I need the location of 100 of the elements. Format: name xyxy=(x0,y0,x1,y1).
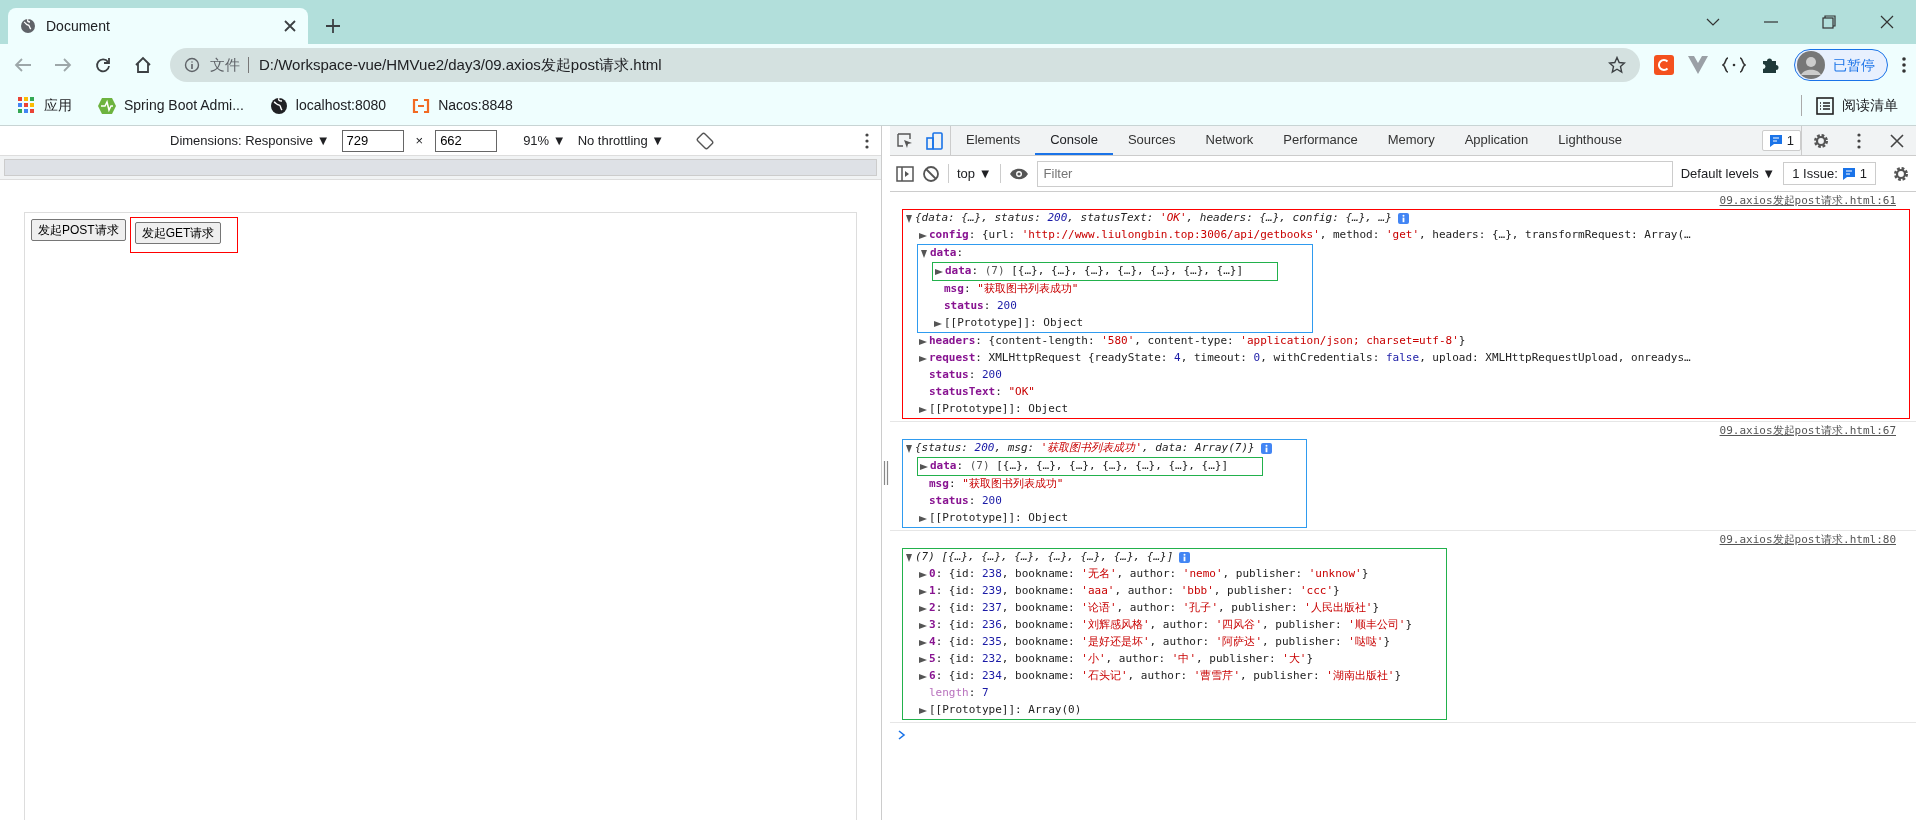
close-icon[interactable] xyxy=(1888,131,1906,150)
messages-badge[interactable]: 1 xyxy=(1761,130,1801,151)
source-link[interactable]: 09.axios发起post请求.html:80 xyxy=(1719,531,1896,548)
expand-caret-icon[interactable] xyxy=(919,570,927,579)
property-line: request: XMLHttpRequest {readyState: 4, timeout: 0, withCredentials: false, upload: XMLHttpRequestUpload, onreadys… xyxy=(929,350,1691,367)
json-extension-icon[interactable] xyxy=(1722,56,1746,74)
devtools-tab[interactable]: Sources xyxy=(1112,126,1191,155)
sidebar-icon[interactable] xyxy=(896,165,914,182)
expand-caret-icon[interactable] xyxy=(905,553,913,562)
object-summary: (7) [{…}, {…}, {…}, {…}, {…}, {…}, {…}] xyxy=(915,549,1174,566)
devtools-tab[interactable]: Lighthouse xyxy=(1543,126,1637,155)
profile-button[interactable]: 已暂停 xyxy=(1794,49,1888,81)
times-sign: × xyxy=(415,131,424,150)
filter-field[interactable]: Filter xyxy=(1036,160,1673,187)
chevron-down-icon[interactable] xyxy=(1706,18,1720,26)
message-icon xyxy=(1841,166,1856,181)
prompt-icon[interactable] xyxy=(898,730,906,740)
bookmark[interactable]: Spring Boot Admi... xyxy=(98,95,244,116)
devtools-tab[interactable]: Performance xyxy=(1268,126,1373,155)
bracket-icon xyxy=(412,96,431,115)
reload-icon[interactable] xyxy=(94,56,112,74)
devtools-tab[interactable]: Elements xyxy=(951,126,1036,155)
expand-caret-icon[interactable] xyxy=(905,214,913,223)
expand-caret-icon[interactable] xyxy=(919,405,927,414)
info-icon xyxy=(184,57,200,73)
expand-caret-icon[interactable] xyxy=(919,621,927,630)
bookmark[interactable]: localhost:8080 xyxy=(269,95,387,116)
tab-title: Document xyxy=(46,16,111,36)
zoom-dropdown[interactable]: 91% ▼ xyxy=(523,130,566,151)
message-icon xyxy=(1768,133,1783,148)
expand-caret-icon[interactable] xyxy=(919,706,927,715)
close-icon[interactable] xyxy=(284,20,296,32)
scheme-label: 文件 xyxy=(210,57,249,73)
settings-icon[interactable] xyxy=(1892,164,1910,183)
expand-caret-icon[interactable] xyxy=(919,587,927,596)
expand-caret-icon[interactable] xyxy=(919,231,927,240)
browser-tab[interactable]: Document xyxy=(8,8,308,44)
property-line: 1: {id: 239, bookname: 'aaa', author: 'bbb', publisher: 'ccc'} xyxy=(929,583,1340,600)
property-line: 5: {id: 232, bookname: '小', author: '中', publisher: '大'} xyxy=(929,651,1314,668)
height-field[interactable]: 662 xyxy=(435,129,498,152)
resize-handle-icon[interactable] xyxy=(883,461,889,485)
context-dropdown[interactable]: top ▼ xyxy=(948,163,1001,184)
expand-caret-icon[interactable] xyxy=(919,638,927,647)
issues-button[interactable]: 1 Issue: 1 xyxy=(1783,161,1876,186)
source-link[interactable]: 09.axios发起post请求.html:61 xyxy=(1719,192,1896,209)
url-text: D:/Workspace-vue/HMVue2/day3/09.axios发起post请求.html xyxy=(259,54,663,75)
property-line: status: 200 xyxy=(944,298,1017,315)
restore-icon[interactable] xyxy=(1822,15,1836,29)
extension-icon[interactable] xyxy=(1654,55,1674,75)
devtools-tab[interactable]: Memory xyxy=(1372,126,1450,155)
expand-caret-icon[interactable] xyxy=(920,462,928,471)
reading-list-button[interactable]: 阅读清单 xyxy=(1816,95,1898,116)
clear-icon[interactable] xyxy=(922,164,940,183)
request-button[interactable]: 发起POST请求 xyxy=(31,219,126,241)
property-line: 0: {id: 238, bookname: '无名', author: 'nemo', publisher: 'unknow'} xyxy=(929,566,1369,583)
bookmark[interactable]: Nacos:8848 xyxy=(412,95,513,116)
expand-caret-icon[interactable] xyxy=(934,319,942,328)
expand-caret-icon[interactable] xyxy=(919,337,927,346)
devtools-tab[interactable]: Network xyxy=(1190,126,1269,155)
eye-icon[interactable] xyxy=(1008,166,1029,181)
close-icon[interactable] xyxy=(1880,15,1894,29)
throttling-dropdown[interactable]: No throttling ▼ xyxy=(577,130,665,151)
property-line: [[Prototype]]: Object xyxy=(929,401,1069,418)
levels-dropdown[interactable]: Default levels ▼ xyxy=(1680,163,1776,184)
devtools-tab[interactable]: Console xyxy=(1035,126,1113,155)
devtools-tab[interactable]: Application xyxy=(1449,126,1544,155)
globe-icon xyxy=(269,96,288,115)
bookmark[interactable]: 应用 xyxy=(18,95,72,116)
rotate-icon[interactable] xyxy=(696,131,715,150)
star-icon[interactable] xyxy=(1608,56,1626,74)
avatar-icon xyxy=(1797,51,1825,79)
property-line: headers: {content-length: '580', content-type: 'application/json; charset=utf-8'} xyxy=(929,333,1466,350)
property-line: statusText: "OK" xyxy=(929,384,1035,401)
expand-caret-icon[interactable] xyxy=(919,655,927,664)
list-icon xyxy=(1816,96,1834,115)
property-line: length: 7 xyxy=(929,685,989,702)
menu-dots-icon[interactable] xyxy=(1902,57,1906,73)
new-tab-icon[interactable] xyxy=(326,19,340,33)
property-line: 4: {id: 235, bookname: '是好还是坏', author: '阿萨达', publisher: '哒哒'} xyxy=(929,634,1391,651)
expand-caret-icon[interactable] xyxy=(935,267,943,276)
width-field[interactable]: 729 xyxy=(341,129,404,152)
expand-caret-icon[interactable] xyxy=(919,514,927,523)
device-icon[interactable] xyxy=(926,131,944,150)
expand-caret-icon[interactable] xyxy=(919,354,927,363)
expand-caret-icon[interactable] xyxy=(905,444,913,453)
expand-caret-icon[interactable] xyxy=(920,249,928,258)
expand-caret-icon[interactable] xyxy=(919,604,927,613)
property-line: 6: {id: 234, bookname: '石头记', author: '曹雪芹', publisher: '湖南出版社'} xyxy=(929,668,1402,685)
inspect-icon[interactable] xyxy=(896,131,914,150)
expand-caret-icon[interactable] xyxy=(919,672,927,681)
settings-icon[interactable] xyxy=(1812,131,1830,150)
request-button[interactable]: 发起GET请求 xyxy=(134,222,222,244)
address-bar[interactable]: 文件 D:/Workspace-vue/HMVue2/day3/09.axios发起post请求.html xyxy=(170,48,1640,82)
property-line: [[Prototype]]: Object xyxy=(944,315,1084,332)
source-link[interactable]: 09.axios发起post请求.html:67 xyxy=(1719,422,1896,439)
vue-extension-icon[interactable] xyxy=(1688,56,1708,74)
property-line: msg: "获取图书列表成功" xyxy=(944,281,1079,298)
home-icon[interactable] xyxy=(134,56,152,74)
dimensions-dropdown[interactable]: Dimensions: Responsive ▼ xyxy=(170,130,330,151)
more-icon[interactable] xyxy=(865,132,869,149)
